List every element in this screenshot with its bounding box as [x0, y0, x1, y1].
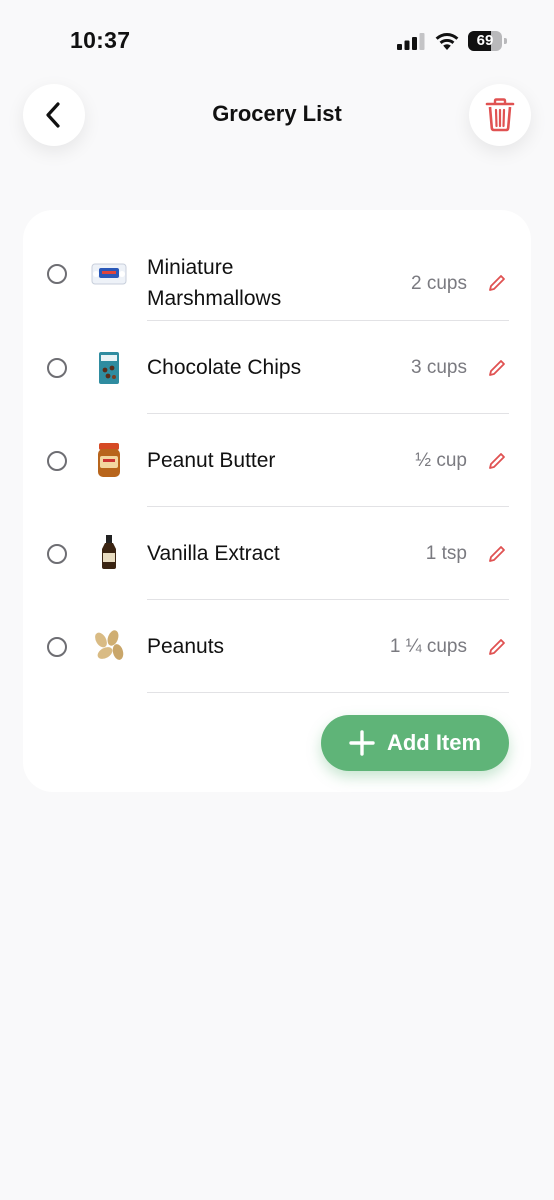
wifi-icon	[435, 33, 459, 50]
edit-pencil-icon[interactable]	[487, 273, 507, 293]
battery-indicator: 69	[468, 31, 508, 51]
status-time: 10:37	[70, 27, 131, 53]
chocolate-chips-bag-icon	[99, 352, 119, 384]
divider	[147, 692, 509, 693]
list-item[interactable]: Peanuts 1 ¼ cups	[23, 600, 531, 693]
item-quantity: 2 cups	[411, 273, 467, 294]
item-name: Vanilla Extract	[147, 542, 280, 565]
item-checkbox[interactable]	[47, 637, 67, 657]
list-item[interactable]: Chocolate Chips 3 cups	[23, 321, 531, 414]
item-name: Miniature Marshmallows	[147, 256, 282, 310]
peanuts-icon	[95, 630, 124, 660]
delete-list-button[interactable]	[469, 84, 531, 146]
edit-pencil-icon[interactable]	[487, 358, 507, 378]
item-quantity: 3 cups	[411, 357, 467, 378]
item-checkbox[interactable]	[47, 544, 67, 564]
item-quantity: ½ cup	[415, 450, 467, 471]
item-quantity: 1 tsp	[425, 543, 467, 564]
list-item[interactable]: Vanilla Extract 1 tsp	[23, 507, 531, 600]
item-name: Chocolate Chips	[147, 356, 302, 379]
item-name: Peanut Butter	[147, 449, 276, 472]
edit-pencil-icon[interactable]	[487, 544, 507, 564]
status-bar: 10:37 69	[0, 0, 554, 80]
grocery-list-card: Miniature Marshmallows 2 cups Chocolate …	[23, 210, 531, 792]
marshmallow-bag-icon	[91, 263, 127, 285]
add-item-label: Add Item	[386, 730, 482, 755]
signal-icon	[397, 33, 425, 50]
item-name: Peanuts	[147, 635, 225, 658]
item-checkbox[interactable]	[47, 358, 67, 378]
item-checkbox[interactable]	[47, 264, 67, 284]
item-checkbox[interactable]	[47, 451, 67, 471]
plus-icon	[349, 730, 375, 756]
edit-pencil-icon[interactable]	[487, 637, 507, 657]
peanut-butter-jar-icon	[98, 443, 120, 477]
add-item-button[interactable]: Add Item	[321, 715, 509, 771]
item-quantity: 1 ¼ cups	[389, 636, 467, 657]
battery-percent: 69	[476, 32, 494, 49]
edit-pencil-icon[interactable]	[487, 451, 507, 471]
list-item[interactable]: Miniature Marshmallows 2 cups	[23, 228, 531, 321]
list-item[interactable]: Peanut Butter ½ cup	[23, 414, 531, 507]
trash-icon	[485, 98, 515, 132]
vanilla-bottle-icon	[102, 535, 116, 569]
